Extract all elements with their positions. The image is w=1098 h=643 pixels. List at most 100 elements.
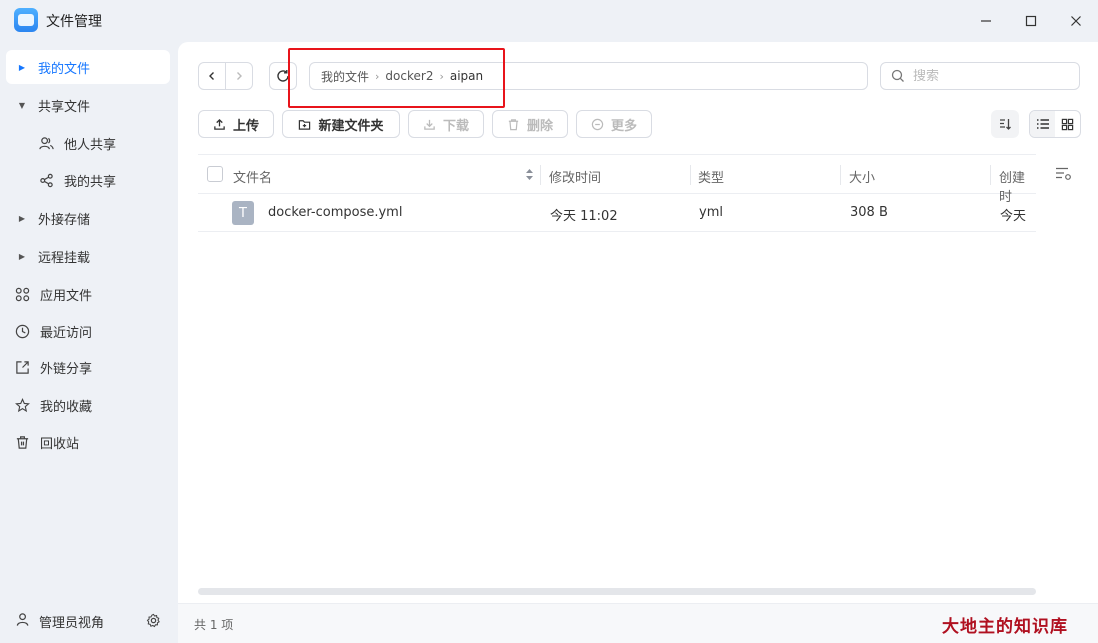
column-header-size[interactable]: 大小 <box>849 167 875 186</box>
clock-icon <box>14 324 30 339</box>
new-folder-button[interactable]: 新建文件夹 <box>282 110 400 138</box>
column-header-name[interactable]: 文件名 <box>233 167 272 186</box>
sidebar-item-label: 他人共享 <box>64 137 117 153</box>
delete-button[interactable]: 删除 <box>492 110 568 138</box>
sidebar-item-label: 远程挂载 <box>38 250 91 266</box>
sort-arrows-icon[interactable] <box>525 168 534 185</box>
file-created: 今天 <box>1000 209 1027 224</box>
app-title: 文件管理 <box>46 14 102 30</box>
new-folder-label: 新建文件夹 <box>318 118 384 134</box>
file-modified: 今天 11:02 <box>550 209 618 224</box>
item-count: 共 1 项 <box>194 618 234 632</box>
close-icon <box>1071 16 1081 26</box>
main-panel: 我的文件 › docker2 › aipan 上传 新建文件夹 下载 删除 更多 <box>178 42 1098 603</box>
sidebar-item-shared-files[interactable]: ▼ 共享文件 <box>6 88 170 122</box>
sidebar-item-shared-with-me[interactable]: 他人共享 <box>6 126 170 160</box>
sidebar-item-label: 外接存储 <box>38 212 91 228</box>
table-header: 文件名 修改时间 类型 大小 创建时 <box>198 154 1036 205</box>
minimize-icon <box>981 20 991 22</box>
sidebar-item-favorites[interactable]: 我的收藏 <box>6 388 170 422</box>
sidebar-item-label: 应用文件 <box>40 288 93 304</box>
horizontal-scrollbar[interactable] <box>198 588 1036 595</box>
sidebar-item-label: 我的收藏 <box>40 399 93 415</box>
users-icon <box>38 136 54 151</box>
close-button[interactable] <box>1061 6 1091 36</box>
minimize-button[interactable] <box>971 6 1001 36</box>
more-button[interactable]: 更多 <box>576 110 652 138</box>
caret-down-icon: ▼ <box>18 100 26 110</box>
new-folder-icon <box>299 119 311 130</box>
forward-button[interactable] <box>225 63 252 89</box>
sidebar-item-remote-mount[interactable]: ▶ 远程挂载 <box>6 239 170 273</box>
maximize-button[interactable] <box>1016 6 1046 36</box>
user-icon <box>16 612 31 631</box>
file-type: yml <box>699 205 723 220</box>
more-label: 更多 <box>610 118 637 134</box>
sidebar-item-recent[interactable]: 最近访问 <box>6 314 170 348</box>
sidebar-item-label: 我的文件 <box>38 61 91 77</box>
sidebar-item-my-shares[interactable]: 我的共享 <box>6 163 170 197</box>
settings-gear-icon[interactable] <box>146 613 161 632</box>
trash-icon <box>14 435 30 450</box>
sidebar-item-my-files[interactable]: ▶ 我的文件 <box>6 50 170 84</box>
sidebar-item-label: 我的共享 <box>64 174 117 190</box>
admin-view-toggle[interactable]: 管理员视角 <box>0 600 178 643</box>
annotation-highlight-box <box>288 48 505 108</box>
sidebar-item-label: 回收站 <box>40 436 80 452</box>
trash-icon <box>508 118 519 130</box>
upload-label: 上传 <box>232 118 259 134</box>
text-file-icon: T <box>232 201 254 225</box>
chevron-left-icon <box>209 72 214 80</box>
search-input[interactable] <box>913 68 1063 84</box>
download-label: 下载 <box>442 118 469 134</box>
view-mode-toggle <box>1029 110 1081 138</box>
maximize-icon <box>1025 15 1037 27</box>
sort-button[interactable] <box>991 110 1019 138</box>
sidebar-item-external-link-share[interactable]: 外链分享 <box>6 350 170 384</box>
search-icon <box>891 69 904 82</box>
select-all-checkbox[interactable] <box>207 166 223 182</box>
status-bar: 共 1 项 大地主的知识库 <box>178 603 1098 643</box>
caret-right-icon: ▶ <box>18 213 26 223</box>
back-button[interactable] <box>199 63 225 89</box>
grid-view-icon <box>1061 118 1074 130</box>
sidebar-item-label: 最近访问 <box>40 325 93 341</box>
file-name[interactable]: docker-compose.yml <box>268 205 402 220</box>
sidebar-item-label: 共享文件 <box>38 99 91 115</box>
download-button[interactable]: 下载 <box>408 110 484 138</box>
chevron-right-icon <box>237 72 242 80</box>
admin-view-label: 管理员视角 <box>39 616 105 631</box>
file-size: 308 B <box>850 205 888 220</box>
list-view-button[interactable] <box>1030 111 1055 137</box>
column-divider[interactable] <box>840 165 841 185</box>
column-settings-icon[interactable] <box>1055 166 1072 185</box>
star-icon <box>14 397 30 413</box>
history-nav <box>198 62 253 90</box>
column-divider[interactable] <box>990 165 991 185</box>
caret-right-icon: ▶ <box>18 62 26 72</box>
search-box[interactable] <box>880 62 1080 90</box>
download-icon <box>424 119 435 130</box>
column-header-modified[interactable]: 修改时间 <box>549 167 601 186</box>
delete-label: 删除 <box>526 118 553 134</box>
caret-right-icon: ▶ <box>18 251 26 261</box>
external-link-icon <box>14 360 30 375</box>
column-divider[interactable] <box>540 165 541 185</box>
title-bar: 文件管理 <box>0 0 1098 42</box>
list-view-icon <box>1036 119 1049 129</box>
apps-icon <box>14 287 30 302</box>
column-divider[interactable] <box>690 165 691 185</box>
sidebar-item-external-storage[interactable]: ▶ 外接存储 <box>6 201 170 235</box>
grid-view-button[interactable] <box>1055 111 1080 137</box>
sidebar-item-app-files[interactable]: 应用文件 <box>6 277 170 311</box>
more-icon <box>591 118 604 130</box>
sidebar: ▶ 我的文件 ▼ 共享文件 他人共享 我的共享 ▶ 外接存储 ▶ 远程挂载 应用… <box>0 42 178 643</box>
sidebar-item-recycle-bin[interactable]: 回收站 <box>6 425 170 459</box>
upload-icon <box>214 118 225 130</box>
share-icon <box>38 173 54 188</box>
table-row[interactable]: T docker-compose.yml 今天 11:02 yml 308 B … <box>198 194 1036 232</box>
file-manager-app-icon <box>14 8 38 32</box>
sidebar-item-label: 外链分享 <box>40 361 93 377</box>
upload-button[interactable]: 上传 <box>198 110 274 138</box>
column-header-type[interactable]: 类型 <box>698 167 724 186</box>
